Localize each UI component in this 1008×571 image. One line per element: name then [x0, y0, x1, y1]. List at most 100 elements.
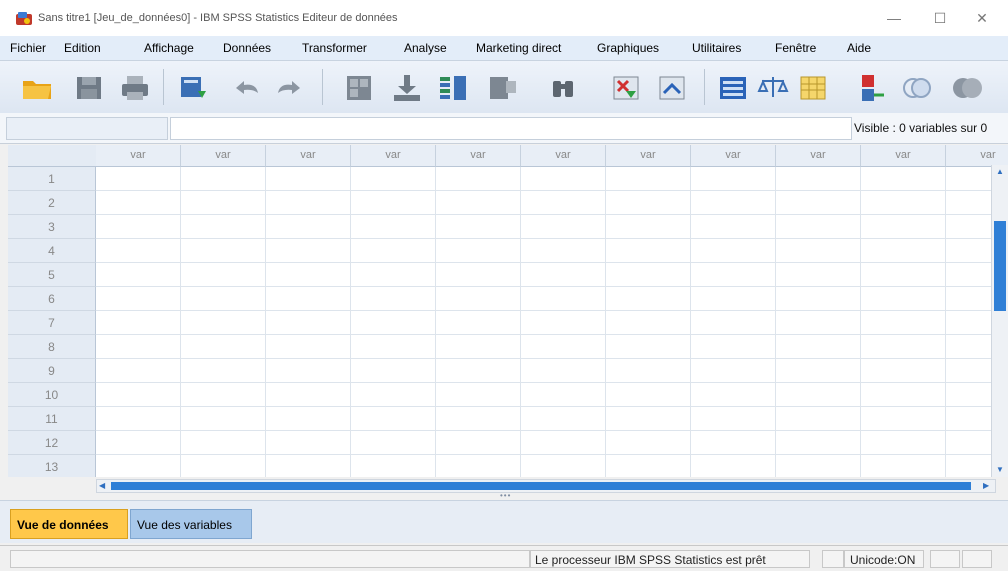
data-cell[interactable] [691, 215, 776, 239]
column-header-var[interactable]: var [181, 145, 266, 167]
data-cell[interactable] [266, 407, 351, 431]
data-cell[interactable] [861, 455, 946, 477]
data-cell[interactable] [351, 335, 436, 359]
data-cell[interactable] [436, 359, 521, 383]
data-cell[interactable] [861, 191, 946, 215]
data-cell[interactable] [266, 263, 351, 287]
data-cell[interactable] [351, 287, 436, 311]
row-header[interactable]: 3 [8, 215, 96, 239]
data-cell[interactable] [691, 455, 776, 477]
data-cell[interactable] [521, 407, 606, 431]
data-cell[interactable] [181, 287, 266, 311]
data-cell[interactable] [351, 431, 436, 455]
data-cell[interactable] [351, 191, 436, 215]
data-cell[interactable] [861, 287, 946, 311]
data-cell[interactable] [776, 407, 861, 431]
data-cell[interactable] [181, 455, 266, 477]
insert-cases-icon[interactable] [610, 73, 644, 103]
goto-case-icon[interactable] [342, 73, 376, 103]
row-header[interactable]: 7 [8, 311, 96, 335]
data-cell[interactable] [861, 431, 946, 455]
tab-data-view[interactable]: Vue de données [10, 509, 128, 539]
data-cell[interactable] [521, 215, 606, 239]
data-cell[interactable] [351, 215, 436, 239]
data-cell[interactable] [266, 311, 351, 335]
data-cell[interactable] [691, 311, 776, 335]
data-cell[interactable] [776, 287, 861, 311]
value-labels-icon[interactable] [856, 73, 890, 103]
find-icon[interactable] [546, 73, 580, 103]
column-header-var[interactable]: var [606, 145, 691, 167]
scroll-left-icon[interactable]: ◀ [99, 480, 109, 492]
data-cell[interactable] [96, 311, 181, 335]
data-cell[interactable] [181, 407, 266, 431]
row-header[interactable]: 12 [8, 431, 96, 455]
data-cell[interactable] [351, 167, 436, 191]
data-cell[interactable] [436, 215, 521, 239]
menu-edition[interactable]: Edition [64, 41, 101, 55]
data-cell[interactable] [606, 335, 691, 359]
column-header-var[interactable]: var [776, 145, 861, 167]
column-header-var[interactable]: var [266, 145, 351, 167]
tab-variable-view[interactable]: Vue des variables [130, 509, 252, 539]
data-cell[interactable] [181, 263, 266, 287]
row-header[interactable]: 10 [8, 383, 96, 407]
column-header-var[interactable]: var [96, 145, 181, 167]
weight-cases-icon[interactable] [756, 73, 790, 103]
data-cell[interactable] [266, 359, 351, 383]
data-cell[interactable] [96, 239, 181, 263]
data-cell[interactable] [436, 191, 521, 215]
data-cell[interactable] [861, 407, 946, 431]
data-cell[interactable] [436, 455, 521, 477]
data-cell[interactable] [181, 335, 266, 359]
data-cell[interactable] [521, 431, 606, 455]
data-cell[interactable] [436, 287, 521, 311]
data-cell[interactable] [861, 167, 946, 191]
data-cell[interactable] [436, 263, 521, 287]
data-cell[interactable] [521, 287, 606, 311]
data-cell[interactable] [691, 191, 776, 215]
redo-icon[interactable] [272, 73, 306, 103]
column-header-var[interactable]: var [691, 145, 776, 167]
data-cell[interactable] [606, 407, 691, 431]
data-cell[interactable] [776, 263, 861, 287]
data-cell[interactable] [606, 455, 691, 477]
column-header-var[interactable]: var [946, 145, 1008, 167]
data-cell[interactable] [776, 383, 861, 407]
data-cell[interactable] [266, 167, 351, 191]
data-cell[interactable] [266, 335, 351, 359]
menu-fichier[interactable]: Fichier [10, 41, 46, 55]
grid-corner[interactable] [8, 145, 97, 167]
row-header[interactable]: 11 [8, 407, 96, 431]
data-cell[interactable] [181, 383, 266, 407]
data-cell[interactable] [606, 431, 691, 455]
minimize-button[interactable]: — [874, 6, 914, 30]
row-header[interactable]: 5 [8, 263, 96, 287]
cell-value-input[interactable] [170, 117, 852, 140]
data-cell[interactable] [181, 167, 266, 191]
data-cell[interactable] [521, 455, 606, 477]
data-cell[interactable] [606, 359, 691, 383]
data-cell[interactable] [606, 215, 691, 239]
data-cell[interactable] [776, 215, 861, 239]
data-cell[interactable] [266, 215, 351, 239]
data-cell[interactable] [96, 263, 181, 287]
data-cell[interactable] [861, 239, 946, 263]
data-cell[interactable] [351, 239, 436, 263]
data-cell[interactable] [96, 167, 181, 191]
menu-graphiques[interactable]: Graphiques [597, 41, 659, 55]
open-folder-icon[interactable] [20, 73, 54, 103]
data-cell[interactable] [776, 455, 861, 477]
data-cell[interactable] [776, 359, 861, 383]
data-cell[interactable] [861, 311, 946, 335]
row-header[interactable]: 4 [8, 239, 96, 263]
data-cell[interactable] [96, 215, 181, 239]
data-cell[interactable] [351, 311, 436, 335]
data-cell[interactable] [606, 311, 691, 335]
scroll-right-icon[interactable]: ▶ [983, 480, 993, 492]
data-cell[interactable] [351, 407, 436, 431]
print-icon[interactable] [118, 73, 152, 103]
split-file-icon[interactable] [716, 73, 750, 103]
data-cell[interactable] [861, 215, 946, 239]
maximize-button[interactable]: ☐ [920, 6, 960, 30]
